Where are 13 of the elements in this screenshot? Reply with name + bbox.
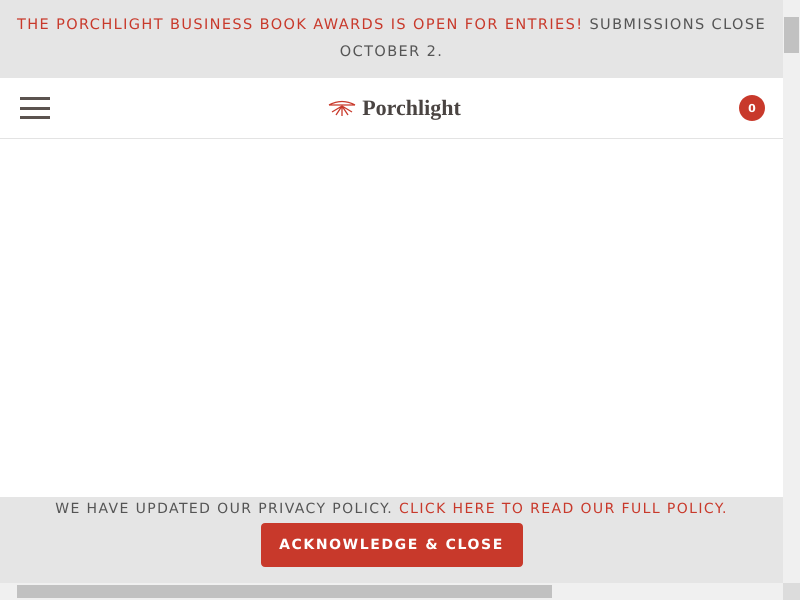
vertical-scrollbar[interactable] <box>783 0 800 583</box>
acknowledge-button[interactable]: ACKNOWLEDGE & CLOSE <box>260 523 522 567</box>
announcement-text: THE PORCHLIGHT BUSINESS BOOK AWARDS IS OPEN FOR ENTRIES! SUBMISSIONS CLOSE OCTOBER 2. <box>16 16 767 62</box>
menu-button[interactable] <box>20 97 50 119</box>
scrollbar-thumb[interactable] <box>17 585 552 598</box>
privacy-text: WE HAVE UPDATED OUR PRIVACY POLICY. CLICK HERE TO READ OUR FULL POLICY. <box>55 501 728 517</box>
horizontal-scrollbar[interactable] <box>0 583 783 600</box>
logo[interactable]: Porchlight <box>328 95 461 121</box>
policy-link[interactable]: CLICK HERE TO READ OUR FULL POLICY. <box>399 501 728 517</box>
scrollbar-thumb[interactable] <box>784 17 799 53</box>
awards-link[interactable]: THE PORCHLIGHT BUSINESS BOOK AWARDS IS OPEN FOR ENTRIES! <box>16 17 584 33</box>
sunrise-icon <box>328 99 356 117</box>
cart-count-badge[interactable]: 0 <box>739 95 765 121</box>
